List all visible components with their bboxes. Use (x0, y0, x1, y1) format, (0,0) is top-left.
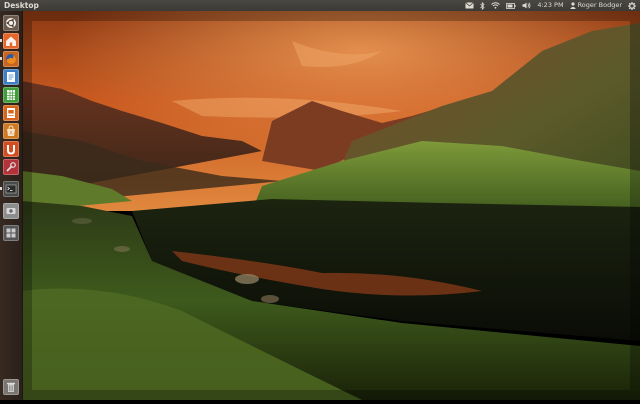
launcher-item-ubuntu-one[interactable] (3, 141, 19, 157)
launcher-item-firefox[interactable] (3, 51, 19, 67)
volume-icon[interactable] (522, 0, 531, 11)
panel-title: Desktop (4, 1, 39, 10)
launcher-item-ubuntu-software-center[interactable]: A (3, 123, 19, 139)
terminal-icon (5, 183, 17, 195)
top-panel: Desktop 4:23 PM Roger Bodger (0, 0, 640, 11)
user-menu[interactable]: Roger Bodger (569, 0, 622, 11)
launcher: A (0, 11, 23, 400)
bluetooth-icon[interactable] (480, 0, 485, 11)
battery-icon[interactable] (506, 0, 516, 11)
ubuntu-one-icon (5, 143, 17, 155)
launcher-item-system-settings[interactable] (3, 159, 19, 175)
clock[interactable]: 4:23 PM (537, 0, 563, 11)
running-indicator (0, 187, 2, 190)
launcher-item-home-folder[interactable] (3, 33, 19, 49)
launcher-item-workspace-switcher[interactable] (3, 225, 19, 241)
launcher-item-dash-home[interactable] (3, 15, 19, 31)
mail-icon[interactable] (465, 0, 475, 11)
launcher-item-libreoffice-impress[interactable] (3, 105, 19, 121)
indicator-area: 4:23 PM Roger Bodger (465, 0, 636, 11)
disk-icon (5, 205, 17, 217)
software-center-icon: A (5, 125, 17, 137)
desktop-wallpaper (12, 1, 640, 404)
ubuntu-logo-icon (5, 17, 17, 29)
firefox-icon (5, 53, 17, 65)
writer-document-icon (5, 71, 17, 83)
user-icon (569, 2, 576, 9)
running-indicator (0, 39, 2, 42)
workspace-icon (5, 227, 17, 239)
calc-spreadsheet-icon (5, 89, 17, 101)
launcher-item-terminal[interactable] (3, 181, 19, 197)
launcher-item-libreoffice-writer[interactable] (3, 69, 19, 85)
gear-icon[interactable] (628, 0, 636, 11)
user-name: Roger Bodger (577, 1, 622, 9)
running-indicator (0, 57, 2, 60)
launcher-item-trash[interactable] (3, 379, 19, 395)
network-icon[interactable] (491, 0, 501, 11)
settings-icon (5, 161, 17, 173)
trash-icon (5, 381, 17, 393)
launcher-item-libreoffice-calc[interactable] (3, 87, 19, 103)
folder-home-icon (5, 35, 17, 47)
launcher-item-disk-drive[interactable] (3, 203, 19, 219)
impress-presentation-icon (5, 107, 17, 119)
